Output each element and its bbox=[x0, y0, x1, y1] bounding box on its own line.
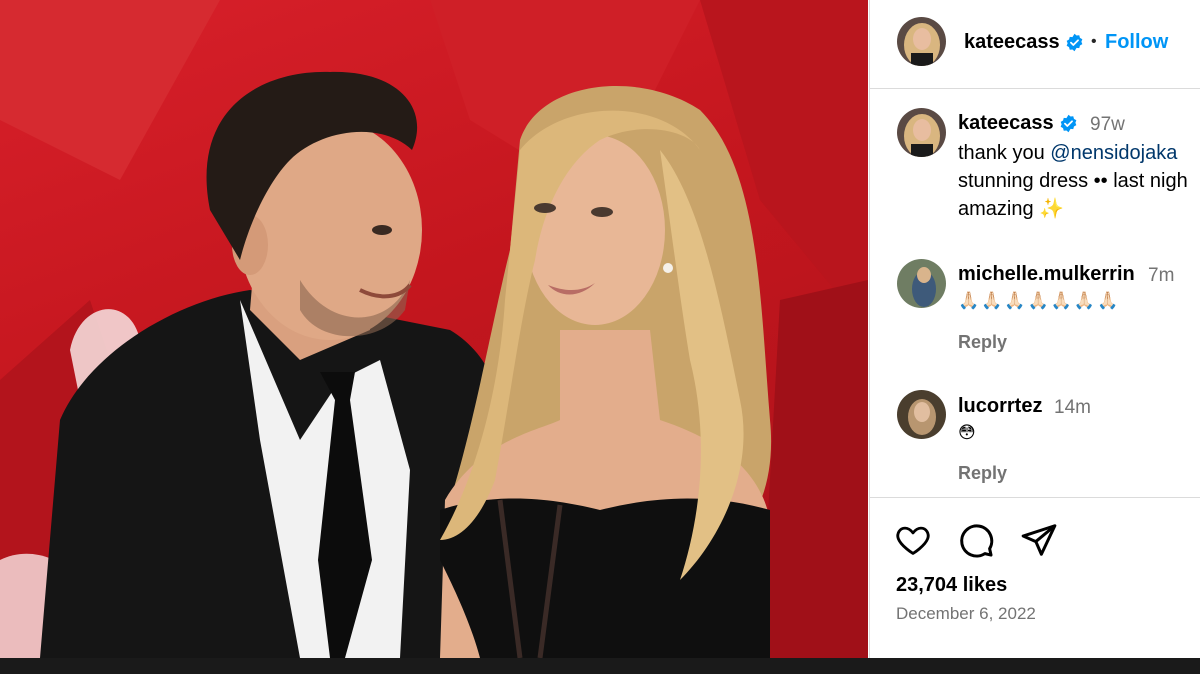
reply-button[interactable]: Reply bbox=[958, 463, 1007, 484]
comment-username[interactable]: michelle.mulkerrin bbox=[958, 263, 1135, 286]
caption-timestamp[interactable]: 97w bbox=[1090, 114, 1125, 136]
post-header: kateecass • Follow bbox=[870, 0, 1200, 89]
post-photo[interactable] bbox=[0, 0, 868, 658]
caption-line-2: stunning dress •• last nigh bbox=[958, 170, 1188, 192]
comment-icon[interactable] bbox=[957, 521, 995, 559]
author-avatar[interactable] bbox=[897, 17, 946, 66]
bottom-strip bbox=[0, 658, 1200, 674]
comment-timestamp[interactable]: 7m bbox=[1148, 265, 1174, 287]
caption-line-1: thank you bbox=[958, 142, 1051, 164]
comment-avatar[interactable] bbox=[897, 259, 946, 308]
share-icon[interactable] bbox=[1020, 521, 1058, 559]
post-photo-illustration bbox=[0, 0, 868, 658]
comment-text: 😳 bbox=[958, 423, 978, 442]
verified-badge-icon bbox=[1060, 114, 1077, 133]
verified-badge-icon bbox=[1066, 33, 1083, 52]
header-separator: • bbox=[1091, 33, 1097, 50]
comment-timestamp[interactable]: 14m bbox=[1054, 397, 1091, 419]
mention-link[interactable]: @nensidojaka bbox=[1050, 142, 1177, 164]
comment-username[interactable]: lucorrtez bbox=[958, 395, 1042, 418]
post-date[interactable]: December 6, 2022 bbox=[896, 604, 1036, 624]
post-sidebar: kateecass • Follow kateecass 97w thank y… bbox=[869, 0, 1200, 658]
caption-avatar[interactable] bbox=[897, 108, 946, 157]
caption-line-3: amazing ✨ bbox=[958, 198, 1065, 220]
caption-username[interactable]: kateecass bbox=[958, 112, 1054, 135]
reply-button[interactable]: Reply bbox=[958, 332, 1007, 353]
heart-icon[interactable] bbox=[894, 521, 932, 559]
follow-button[interactable]: Follow bbox=[1105, 31, 1168, 54]
divider bbox=[870, 497, 1200, 498]
comment-text: 🙏🏻🙏🏻🙏🏻🙏🏻🙏🏻🙏🏻🙏🏻 bbox=[958, 291, 1121, 310]
caption-text: thank you @nensidojaka stunning dress ••… bbox=[958, 139, 1200, 223]
author-username[interactable]: kateecass bbox=[964, 31, 1060, 54]
comment-avatar[interactable] bbox=[897, 390, 946, 439]
likes-count[interactable]: 23,704 likes bbox=[896, 574, 1007, 597]
